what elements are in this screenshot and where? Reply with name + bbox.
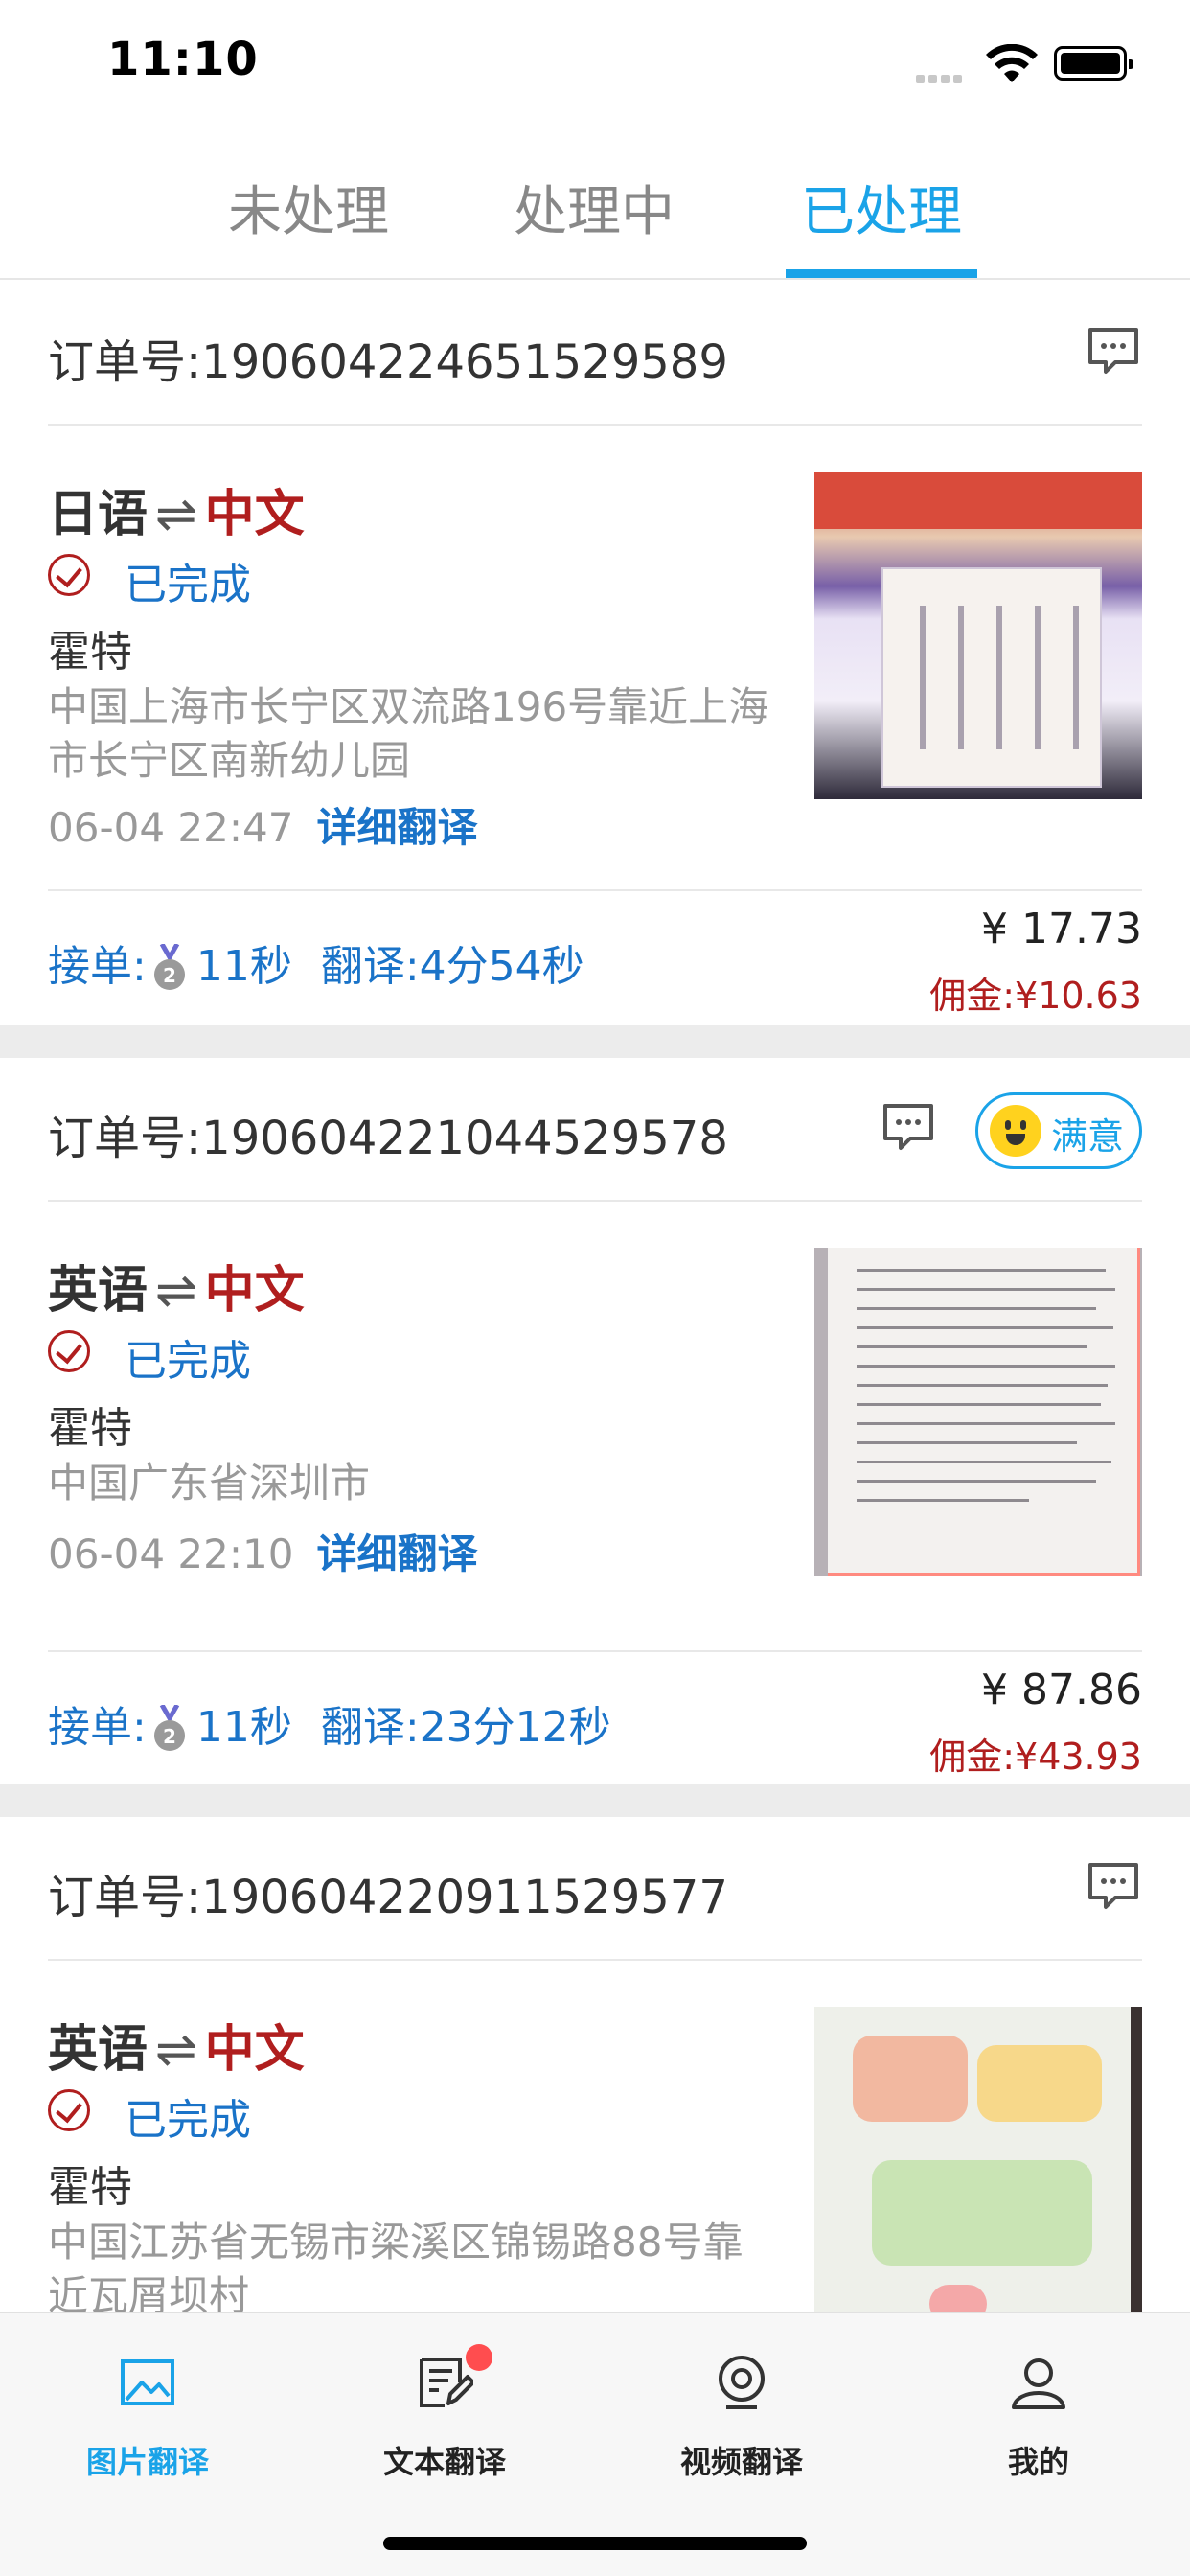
tab-label: 视频翻译 xyxy=(679,2444,803,2480)
order-header: 订单号:190604224651529589 xyxy=(48,282,1142,426)
order-header: 订单号:190604220911529577 xyxy=(48,1817,1142,1961)
order-photo-thumbnail[interactable] xyxy=(814,472,1142,799)
order-card[interactable]: 订单号:190604221044529578 满意 英语 ⇌ 中文 已完成 霍特 中… xyxy=(0,1058,1190,1784)
order-photo-thumbnail[interactable] xyxy=(814,2007,1142,2312)
status-label: 已完成 xyxy=(125,1337,251,1386)
edit-document-icon xyxy=(420,2358,473,2407)
accept-label: 接单: xyxy=(48,942,147,991)
tab-image-translation[interactable]: 图片翻译 xyxy=(42,2342,253,2486)
battery-icon xyxy=(1054,46,1133,80)
swap-icon: ⇌ xyxy=(155,1262,197,1320)
status-label: 已完成 xyxy=(125,2096,251,2145)
customer-name: 霍特 xyxy=(48,2163,132,2212)
tab-profile[interactable]: 我的 xyxy=(933,2342,1144,2486)
swap-icon: ⇌ xyxy=(155,2021,197,2079)
source-language: 日语 xyxy=(48,486,149,543)
order-header: 订单号:190604221044529578 满意 xyxy=(48,1058,1142,1202)
wifi-icon xyxy=(986,44,1038,82)
source-language: 英语 xyxy=(48,2021,149,2079)
customer-address: 中国上海市长宁区双流路196号靠近上海市长宁区南新幼儿园 xyxy=(48,683,769,784)
order-commission: 佣金:¥10.63 xyxy=(929,975,1142,1017)
home-indicator[interactable] xyxy=(383,2537,807,2550)
svg-text:2: 2 xyxy=(163,1725,176,1748)
cellular-signal-icon xyxy=(916,69,966,87)
order-card[interactable]: 订单号:190604224651529589 日语 ⇌ 中文 已完成 霍特 中国上海… xyxy=(0,282,1190,1025)
order-price: ¥ 87.86 xyxy=(981,1666,1142,1714)
tab-processing[interactable]: 处理中 xyxy=(498,169,690,264)
silver-medal-icon: 2 xyxy=(153,1705,185,1751)
customer-name: 霍特 xyxy=(48,1404,132,1453)
check-circle-icon xyxy=(48,2089,90,2131)
tab-video-translation[interactable]: 视频翻译 xyxy=(636,2342,847,2486)
translate-time: 翻译:4分54秒 xyxy=(320,942,584,991)
satisfaction-label: 满意 xyxy=(1051,1116,1125,1158)
svg-text:2: 2 xyxy=(163,964,176,987)
status-label: 已完成 xyxy=(125,561,251,610)
webcam-icon xyxy=(719,2356,765,2409)
order-number: 订单号:190604224651529589 xyxy=(48,335,728,389)
swap-icon: ⇌ xyxy=(155,486,197,543)
accept-time: 11秒 xyxy=(195,942,292,991)
timing-info: 接单: 2 11秒 翻译:4分54秒 xyxy=(48,932,584,994)
timing-info: 接单: 2 11秒 翻译:23分12秒 xyxy=(48,1692,611,1755)
active-tab-indicator xyxy=(786,269,977,278)
order-datetime: 06-04 22:47 xyxy=(48,804,294,851)
card-divider xyxy=(0,1784,1190,1817)
order-price: ¥ 17.73 xyxy=(981,905,1142,954)
message-icon[interactable] xyxy=(880,1098,937,1156)
user-icon xyxy=(1012,2358,1065,2409)
check-circle-icon xyxy=(48,554,90,596)
status-tabs: 未处理 处理中 已处理 xyxy=(0,153,1190,280)
message-icon[interactable] xyxy=(1085,1857,1142,1915)
target-language: 中文 xyxy=(204,1262,305,1320)
order-card[interactable]: 订单号:190604220911529577 英语 ⇌ 中文 已完成 霍特 中国江苏… xyxy=(0,1817,1190,2312)
tab-label: 我的 xyxy=(1007,2444,1069,2480)
accept-time: 11秒 xyxy=(195,1703,292,1752)
source-language: 英语 xyxy=(48,1262,149,1320)
order-commission: 佣金:¥43.93 xyxy=(929,1736,1142,1778)
customer-address: 中国江苏省无锡市梁溪区锦锡路88号靠近瓦屑坝村 xyxy=(48,2219,744,2312)
customer-address: 中国广东省深圳市 xyxy=(48,1460,371,1506)
detail-translation-link[interactable]: 详细翻译 xyxy=(316,804,477,851)
target-language: 中文 xyxy=(204,2021,305,2079)
order-number: 订单号:190604221044529578 xyxy=(48,1112,728,1165)
order-list[interactable]: 订单号:190604224651529589 日语 ⇌ 中文 已完成 霍特 中国上海… xyxy=(0,282,1190,2312)
status-bar: 11:10 xyxy=(0,0,1190,126)
language-pair: 日语 ⇌ 中文 xyxy=(48,473,305,545)
detail-translation-link[interactable]: 详细翻译 xyxy=(316,1530,477,1577)
check-circle-icon xyxy=(48,1330,90,1372)
notification-badge xyxy=(466,2344,492,2371)
target-language: 中文 xyxy=(204,486,305,543)
tab-label: 图片翻译 xyxy=(85,2444,209,2480)
image-icon xyxy=(121,2359,174,2405)
order-meta: 06-04 22:10 详细翻译 xyxy=(48,1522,477,1580)
tab-processed[interactable]: 已处理 xyxy=(786,169,977,264)
order-footer: 接单: 2 11秒 翻译:23分12秒 ¥ 87.86 佣金:¥43.93 xyxy=(48,1650,1142,1784)
accept-label: 接单: xyxy=(48,1703,147,1752)
status-time: 11:10 xyxy=(107,33,259,86)
tab-text-translation[interactable]: 文本翻译 xyxy=(339,2342,550,2486)
order-photo-thumbnail[interactable] xyxy=(814,1248,1142,1576)
order-footer: 接单: 2 11秒 翻译:4分54秒 ¥ 17.73 佣金:¥10.63 xyxy=(48,889,1142,1024)
message-icon[interactable] xyxy=(1085,322,1142,380)
smiley-icon xyxy=(990,1105,1041,1157)
tab-unprocessed[interactable]: 未处理 xyxy=(213,169,404,264)
satisfaction-badge: 满意 xyxy=(975,1092,1142,1169)
order-number: 订单号:190604220911529577 xyxy=(48,1871,728,1924)
order-datetime: 06-04 22:10 xyxy=(48,1530,294,1577)
translate-time: 翻译:23分12秒 xyxy=(320,1703,611,1752)
customer-name: 霍特 xyxy=(48,628,132,677)
tab-label: 文本翻译 xyxy=(382,2444,506,2480)
language-pair: 英语 ⇌ 中文 xyxy=(48,1250,305,1322)
order-meta: 06-04 22:47 详细翻译 xyxy=(48,795,477,854)
language-pair: 英语 ⇌ 中文 xyxy=(48,2009,305,2081)
card-divider xyxy=(0,1025,1190,1058)
silver-medal-icon: 2 xyxy=(153,944,185,990)
